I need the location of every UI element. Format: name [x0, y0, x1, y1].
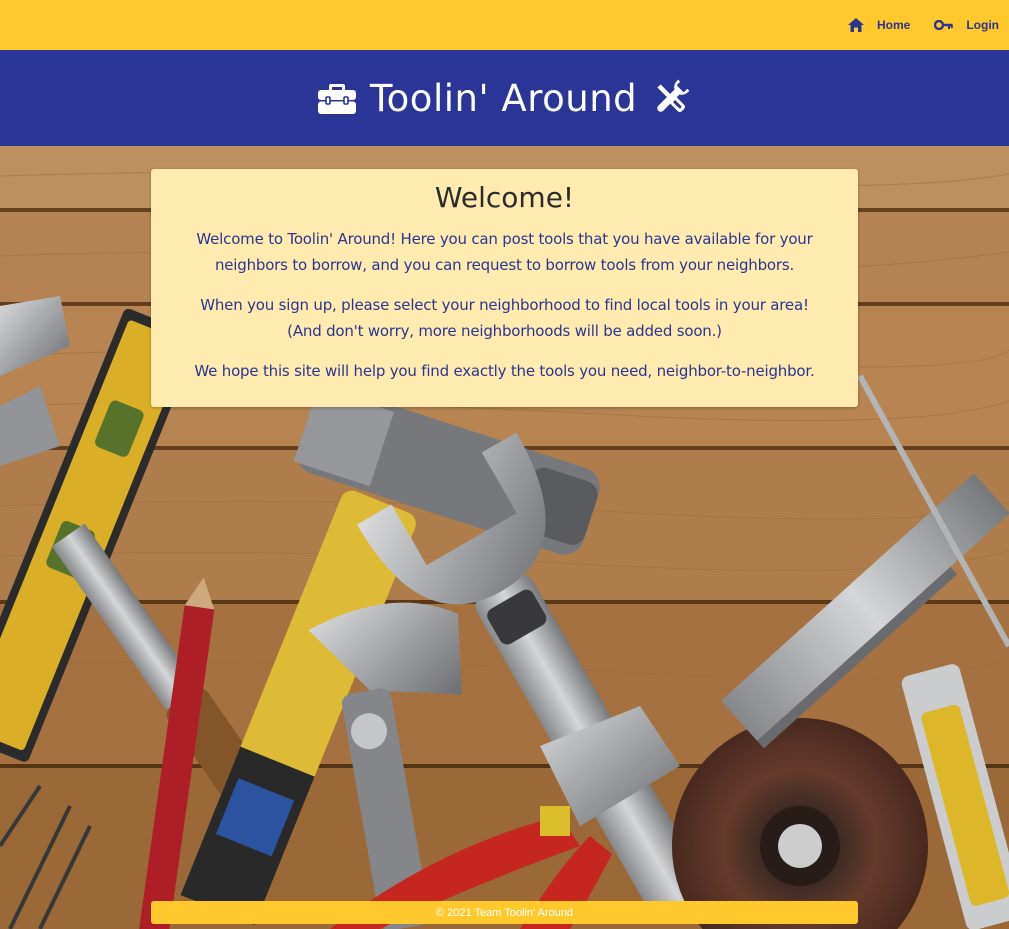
nav-home-label: Home [877, 18, 911, 32]
wrench-screwdriver-icon [657, 79, 690, 112]
welcome-paragraph-closing: We hope this site will help you find exa… [194, 362, 815, 380]
nav-home-link[interactable]: Home [848, 18, 910, 32]
home-icon [848, 18, 864, 32]
footer-copyright: © 2021 Team Toolin' Around [435, 907, 573, 919]
toolbox-icon [317, 84, 356, 114]
top-nav: Home Login [0, 0, 1009, 50]
site-banner: Toolin' Around [0, 50, 1009, 146]
welcome-paragraph-signup: When you sign up, please select your nei… [151, 292, 858, 344]
footer: © 2021 Team Toolin' Around [151, 901, 858, 924]
key-icon [934, 20, 954, 30]
nav-login-link[interactable]: Login [934, 18, 999, 32]
nav-login-label: Login [966, 18, 999, 32]
signup-line-1: When you sign up, please select your nei… [200, 296, 809, 314]
signup-line-2: (And don't worry, more neighborhoods wil… [287, 322, 722, 340]
welcome-paragraph-intro: Welcome to Toolin' Around! Here you can … [196, 230, 813, 274]
welcome-card: Welcome! Welcome to Toolin' Around! Here… [151, 169, 858, 407]
site-title: Toolin' Around [369, 76, 638, 120]
welcome-heading: Welcome! [434, 181, 575, 214]
